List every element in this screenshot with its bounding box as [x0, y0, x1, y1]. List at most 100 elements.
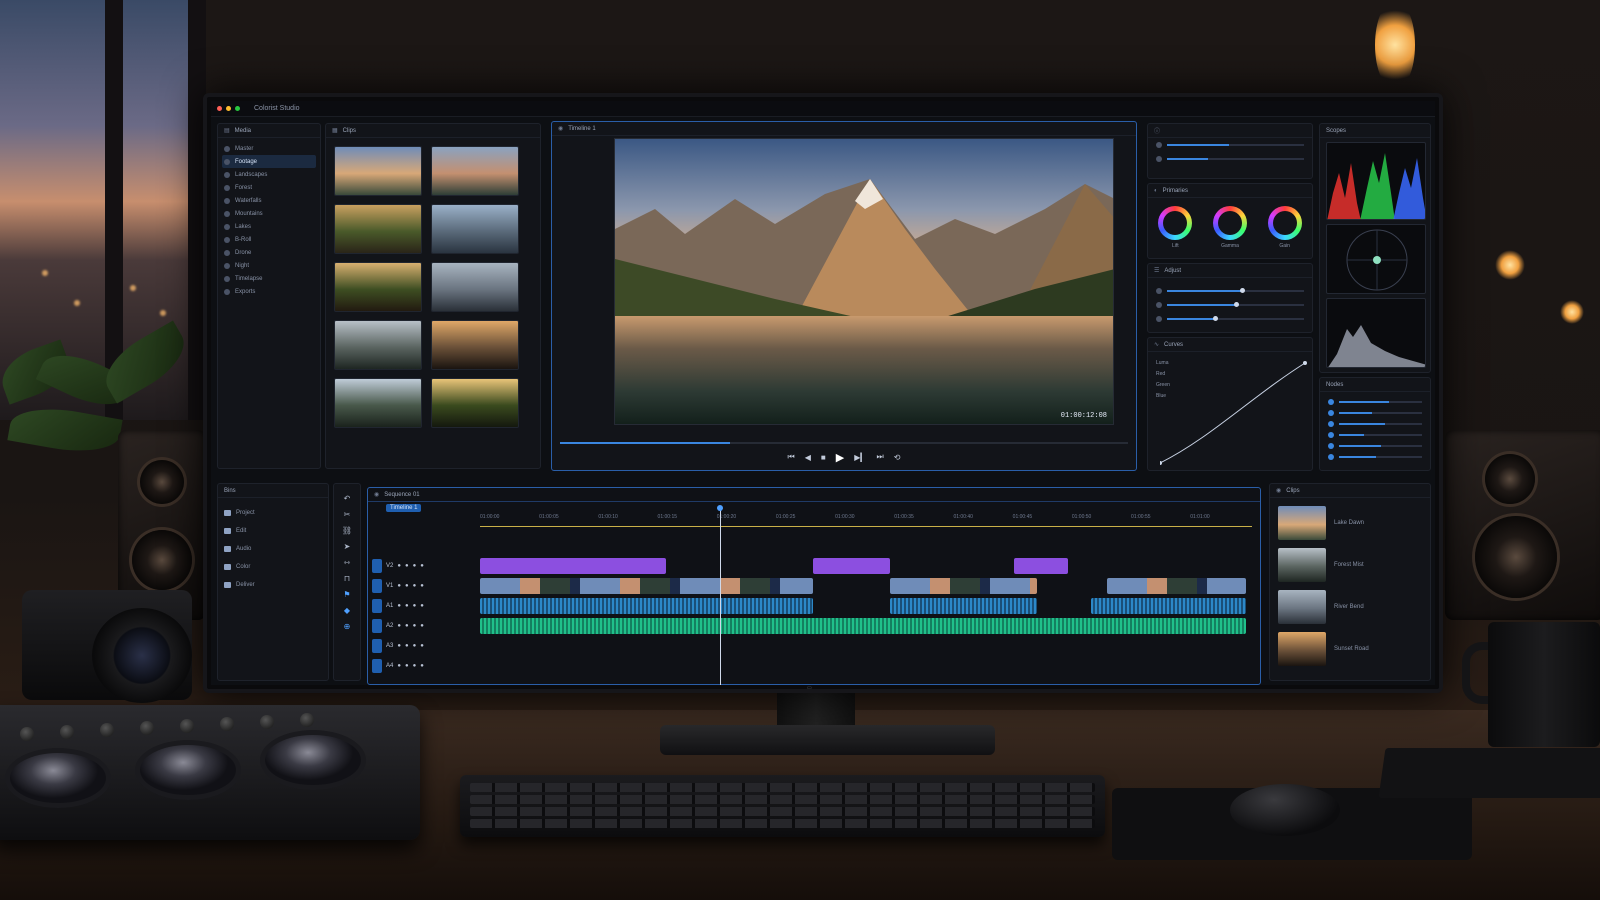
media-thumbnail[interactable] [334, 378, 422, 428]
timeline-tab[interactable]: Timeline 1 [386, 504, 422, 512]
color-wheel-gain[interactable] [1267, 206, 1302, 240]
snap-icon[interactable]: ⊓ [344, 574, 350, 583]
lock-icon[interactable]: ● [397, 623, 401, 629]
solo-icon[interactable]: ● [420, 643, 424, 649]
track-enable-toggle[interactable] [372, 639, 382, 653]
title-clip[interactable] [812, 558, 891, 574]
folder-item[interactable]: Mountains [218, 207, 320, 220]
curve-editor[interactable] [1160, 358, 1310, 468]
folder-item[interactable]: Lakes [218, 220, 320, 233]
bin-item[interactable]: Color [218, 558, 328, 576]
node-row[interactable] [1320, 451, 1430, 462]
track-enable-toggle[interactable] [372, 659, 382, 673]
media-thumbnail[interactable] [431, 146, 519, 196]
media-thumbnail[interactable] [334, 262, 422, 312]
node-row[interactable] [1320, 440, 1430, 451]
skip-back-icon[interactable]: ⏮ [788, 452, 795, 462]
trim-icon[interactable]: ⇿ [344, 558, 351, 567]
mute-icon[interactable]: ● [413, 663, 417, 669]
lock-icon[interactable]: ● [397, 563, 401, 569]
media-thumbnail[interactable] [334, 204, 422, 254]
folder-item[interactable]: Drone [218, 246, 320, 259]
solo-icon[interactable]: ● [420, 563, 424, 569]
folder-item[interactable]: Timelapse [218, 272, 320, 285]
title-clip[interactable] [480, 558, 666, 574]
media-thumbnail[interactable] [431, 204, 519, 254]
solo-icon[interactable]: ● [420, 623, 424, 629]
slider-track[interactable] [1167, 302, 1304, 307]
track-enable-toggle[interactable] [372, 579, 382, 593]
audio-clip[interactable] [890, 598, 1038, 614]
next-frame-icon[interactable]: ▶▎ [854, 453, 866, 462]
folder-item[interactable]: Footage [222, 155, 316, 168]
lock-icon[interactable]: ● [397, 663, 401, 669]
video-clip[interactable] [1106, 578, 1247, 594]
slider-knob[interactable] [1240, 288, 1246, 293]
media-thumbnail[interactable] [334, 146, 422, 196]
lock-icon[interactable]: ● [397, 583, 401, 589]
zoom-icon[interactable]: ⊕ [344, 622, 351, 631]
solo-icon[interactable]: ● [420, 583, 424, 589]
close-window-button[interactable] [217, 106, 222, 111]
eye-icon[interactable]: ● [405, 663, 409, 669]
mute-icon[interactable]: ● [413, 583, 417, 589]
folder-item[interactable]: Landscapes [218, 168, 320, 181]
eye-icon[interactable]: ● [405, 583, 409, 589]
viewer-frame[interactable]: 01:00:12:08 [614, 138, 1114, 425]
folder-item[interactable]: B-Roll [218, 233, 320, 246]
solo-icon[interactable]: ● [420, 603, 424, 609]
eye-icon[interactable]: ● [405, 643, 409, 649]
razor-icon[interactable]: ✂ [344, 510, 351, 519]
track-enable-toggle[interactable] [372, 619, 382, 633]
undo-icon[interactable]: ↶ [344, 494, 351, 503]
trackball-lift[interactable] [10, 753, 106, 803]
bin-item[interactable]: Audio [218, 540, 328, 558]
marker-icon[interactable]: ◆ [344, 606, 350, 615]
flag-icon[interactable]: ⚑ [343, 590, 350, 599]
media-thumbnail[interactable] [431, 320, 519, 370]
playhead[interactable] [719, 508, 721, 685]
clip-list-row[interactable]: River Bend [1278, 590, 1364, 624]
mute-icon[interactable]: ● [413, 623, 417, 629]
bin-item[interactable]: Edit [218, 522, 328, 540]
title-clip[interactable] [1014, 558, 1069, 574]
lock-icon[interactable]: ● [397, 643, 401, 649]
folder-item[interactable]: Night [218, 259, 320, 272]
adjust-slider[interactable] [1148, 298, 1312, 312]
loop-icon[interactable]: ⟲ [894, 453, 901, 462]
slider-knob[interactable] [1212, 316, 1218, 321]
adjust-slider[interactable] [1148, 284, 1312, 298]
solo-icon[interactable]: ● [420, 663, 424, 669]
track-enable-toggle[interactable] [372, 559, 382, 573]
clip-list-row[interactable]: Sunset Road [1278, 632, 1369, 666]
mute-icon[interactable]: ● [413, 563, 417, 569]
maximize-window-button[interactable] [235, 106, 240, 111]
node-row[interactable] [1320, 418, 1430, 429]
slider-track[interactable] [1167, 288, 1304, 293]
color-wheel-gamma[interactable] [1212, 206, 1247, 240]
node-row[interactable] [1320, 429, 1430, 440]
clip-list-row[interactable]: Lake Dawn [1278, 506, 1364, 540]
skip-forward-icon[interactable]: ⏭ [877, 452, 884, 462]
video-clip[interactable] [890, 578, 1038, 594]
folder-item[interactable]: Exports [218, 285, 320, 298]
eye-icon[interactable]: ● [405, 603, 409, 609]
playhead-handle[interactable] [716, 505, 723, 511]
slider-track[interactable] [1167, 316, 1304, 321]
folder-item[interactable]: Waterfalls [218, 194, 320, 207]
color-wheel-lift[interactable] [1158, 206, 1193, 240]
select-icon[interactable]: ➤ [344, 542, 351, 551]
media-thumbnail[interactable] [431, 378, 519, 428]
trackball-gamma[interactable] [140, 745, 236, 795]
mute-icon[interactable]: ● [413, 643, 417, 649]
folder-item[interactable]: Forest [218, 181, 320, 194]
lock-icon[interactable]: ● [397, 603, 401, 609]
track-enable-toggle[interactable] [372, 599, 382, 613]
link-icon[interactable]: ⛓ [342, 526, 352, 535]
eye-icon[interactable]: ● [405, 623, 409, 629]
mute-icon[interactable]: ● [413, 603, 417, 609]
video-clip[interactable] [480, 578, 813, 594]
prev-frame-icon[interactable]: ◀ [805, 453, 811, 462]
audio-clip[interactable] [1091, 598, 1247, 614]
trackball-gain[interactable] [265, 735, 361, 785]
